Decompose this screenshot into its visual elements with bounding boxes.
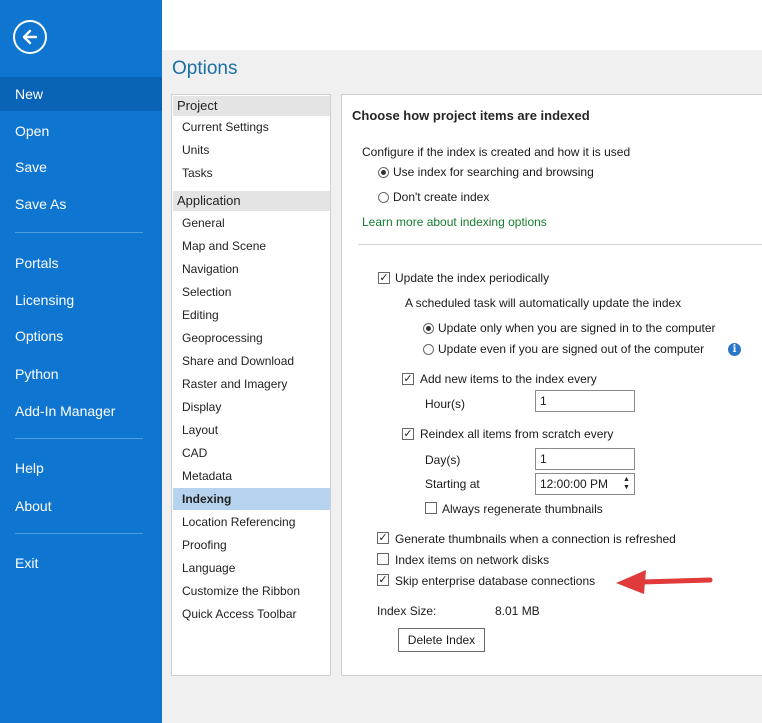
category-item-editing[interactable]: Editing: [173, 304, 330, 326]
network-disks-label: Index items on network disks: [395, 553, 550, 567]
top-strip: [162, 0, 762, 50]
nav-separator: [15, 533, 143, 534]
regen-thumbnails-label: Always regenerate thumbnails: [442, 502, 603, 516]
nav-separator: [15, 232, 143, 233]
learn-more-link[interactable]: Learn more about indexing options: [362, 215, 547, 229]
signed-in-radio[interactable]: [423, 323, 434, 334]
section-title: Choose how project items are indexed: [352, 108, 590, 123]
category-item-cad[interactable]: CAD: [173, 442, 330, 464]
skip-enterprise-label: Skip enterprise database connections: [395, 574, 596, 588]
category-item-indexing[interactable]: Indexing: [173, 488, 330, 510]
nav-item-save[interactable]: Save: [0, 150, 162, 184]
category-item-customize-the-ribbon[interactable]: Customize the Ribbon: [173, 580, 330, 602]
nav-item-licensing[interactable]: Licensing: [0, 283, 162, 317]
signed-out-radio[interactable]: [423, 344, 434, 355]
red-arrow-annotation: [616, 570, 713, 594]
skip-enterprise-checkbox[interactable]: ✓: [377, 574, 389, 586]
category-item-raster-and-imagery[interactable]: Raster and Imagery: [173, 373, 330, 395]
nav-item-add-in-manager[interactable]: Add-In Manager: [0, 394, 162, 428]
update-periodically-label: Update the index periodically: [395, 271, 550, 285]
category-item-selection[interactable]: Selection: [173, 281, 330, 303]
spin-down-icon[interactable]: ▼: [622, 484, 631, 492]
category-item-metadata[interactable]: Metadata: [173, 465, 330, 487]
category-item-language[interactable]: Language: [173, 557, 330, 579]
category-item-location-referencing[interactable]: Location Referencing: [173, 511, 330, 533]
category-item-geoprocessing[interactable]: Geoprocessing: [173, 327, 330, 349]
category-header-application: Application: [173, 191, 330, 211]
update-periodically-checkbox[interactable]: ✓: [378, 272, 390, 284]
section-divider: [358, 244, 762, 245]
arrow-left-icon: [22, 29, 38, 45]
reindex-all-checkbox[interactable]: ✓: [402, 428, 414, 440]
starting-at-value: 12:00:00 PM: [540, 477, 609, 491]
network-disks-checkbox[interactable]: [377, 553, 389, 565]
nav-item-new[interactable]: New: [0, 77, 162, 111]
category-item-display[interactable]: Display: [173, 396, 330, 418]
nav-item-options[interactable]: Options: [0, 319, 162, 353]
days-label: Day(s): [425, 453, 461, 467]
category-item-map-and-scene[interactable]: Map and Scene: [173, 235, 330, 257]
nav-item-open[interactable]: Open: [0, 114, 162, 148]
time-spinner[interactable]: ▲ ▼: [622, 476, 631, 492]
category-item-share-and-download[interactable]: Share and Download: [173, 350, 330, 372]
category-item-proofing[interactable]: Proofing: [173, 534, 330, 556]
nav-item-exit[interactable]: Exit: [0, 546, 162, 580]
gen-thumbnails-label: Generate thumbnails when a connection is…: [395, 532, 676, 546]
add-new-items-label: Add new items to the index every: [420, 372, 597, 386]
category-item-tasks[interactable]: Tasks: [173, 162, 330, 184]
signed-in-label: Update only when you are signed in to th…: [438, 321, 716, 335]
category-item-general[interactable]: General: [173, 212, 330, 234]
reindex-all-label: Reindex all items from scratch every: [420, 427, 614, 441]
dont-create-index-radio[interactable]: [378, 192, 389, 203]
use-index-radio[interactable]: [378, 167, 389, 178]
category-item-quick-access-toolbar[interactable]: Quick Access Toolbar: [173, 603, 330, 625]
signed-out-label: Update even if you are signed out of the…: [438, 342, 705, 356]
use-index-label: Use index for searching and browsing: [393, 165, 594, 179]
dont-create-index-label: Don't create index: [393, 190, 490, 204]
options-category-list: Project Current Settings Units Tasks App…: [171, 94, 331, 676]
nav-item-about[interactable]: About: [0, 489, 162, 523]
category-item-layout[interactable]: Layout: [173, 419, 330, 441]
scheduled-task-label: A scheduled task will automatically upda…: [405, 296, 682, 310]
nav-separator: [15, 438, 143, 439]
category-item-current-settings[interactable]: Current Settings: [173, 116, 330, 138]
category-item-units[interactable]: Units: [173, 139, 330, 161]
add-new-items-checkbox[interactable]: ✓: [402, 373, 414, 385]
info-icon[interactable]: i: [728, 343, 741, 356]
starting-at-label: Starting at: [425, 477, 480, 491]
delete-index-button[interactable]: Delete Index: [398, 628, 485, 652]
page-title: Options: [172, 58, 238, 79]
backstage-nav: New Open Save Save As Portals Licensing …: [0, 0, 162, 723]
category-header-project: Project: [173, 96, 330, 116]
days-input[interactable]: 1: [535, 448, 635, 470]
regen-thumbnails-checkbox[interactable]: [425, 502, 437, 514]
spin-up-icon[interactable]: ▲: [622, 476, 631, 484]
nav-item-help[interactable]: Help: [0, 451, 162, 485]
category-item-navigation[interactable]: Navigation: [173, 258, 330, 280]
gen-thumbnails-checkbox[interactable]: ✓: [377, 532, 389, 544]
nav-item-save-as[interactable]: Save As: [0, 187, 162, 221]
nav-item-python[interactable]: Python: [0, 357, 162, 391]
nav-item-portals[interactable]: Portals: [0, 246, 162, 280]
hours-input[interactable]: 1: [535, 390, 635, 412]
index-size-value: 8.01 MB: [495, 604, 540, 618]
hours-label: Hour(s): [425, 397, 466, 411]
starting-at-time-picker[interactable]: 12:00:00 PM ▲ ▼: [535, 473, 635, 495]
index-size-label: Index Size:: [377, 604, 437, 618]
configure-label: Configure if the index is created and ho…: [362, 145, 631, 159]
back-button[interactable]: [13, 20, 47, 54]
